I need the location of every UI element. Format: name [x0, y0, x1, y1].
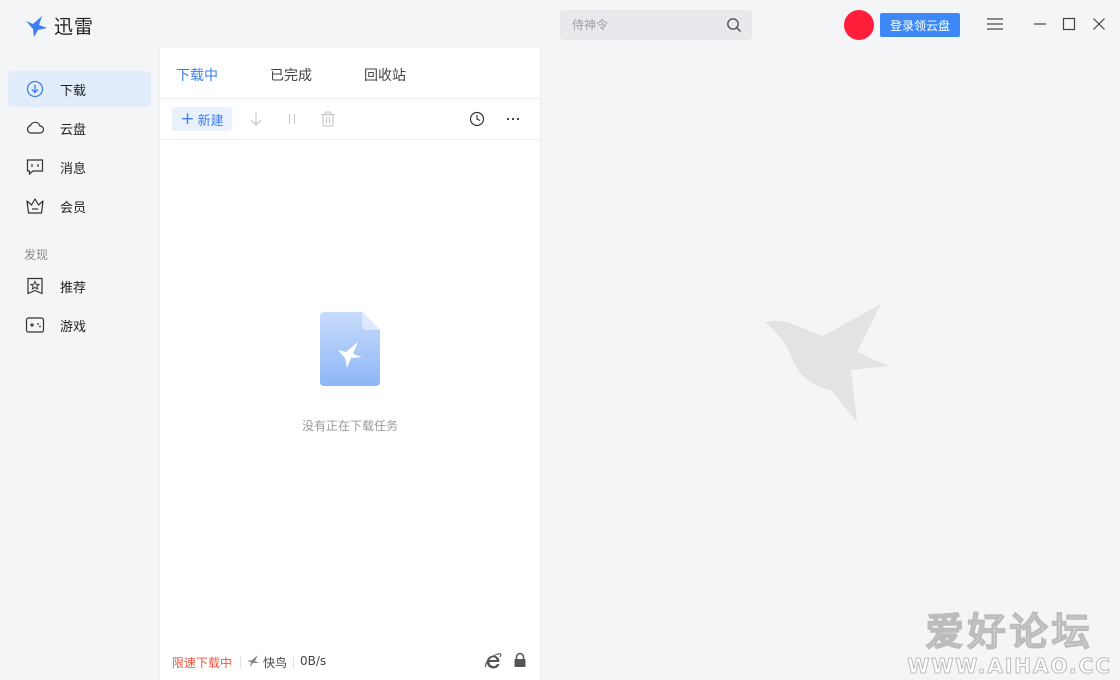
start-download-button[interactable]: [247, 110, 265, 128]
cloud-icon: [25, 118, 45, 138]
close-icon: [1093, 18, 1105, 30]
forum-watermark: 爱好论坛 WWW.AIHAO.CC: [907, 609, 1112, 679]
divider: [293, 656, 294, 668]
new-task-button[interactable]: + 新建: [172, 107, 232, 131]
maximize-icon: [1062, 17, 1076, 31]
download-tabs: 下载中 已完成 回收站: [160, 48, 540, 99]
more-dots-icon: [506, 117, 520, 121]
sidebar-item-messages[interactable]: 消息: [8, 149, 151, 185]
close-button[interactable]: [1089, 14, 1109, 34]
menu-button[interactable]: [985, 14, 1005, 34]
download-panel: 下载中 已完成 回收站 + 新建 没有正在下载任务 限速下载中 快鸟 0B/s: [160, 48, 541, 680]
trash-icon: [321, 111, 335, 127]
sidebar-item-games[interactable]: 游戏: [8, 307, 151, 343]
clock-icon: [469, 111, 485, 127]
status-bar: 限速下载中 快鸟 0B/s: [160, 648, 540, 680]
pause-button[interactable]: [283, 110, 301, 128]
pause-icon: [288, 114, 296, 124]
hamburger-menu-icon: [987, 18, 1003, 30]
message-icon: [25, 157, 45, 177]
detail-area: 爱好论坛 WWW.AIHAO.CC: [541, 48, 1120, 680]
section-title-discover: 发现: [24, 248, 49, 262]
history-button[interactable]: [468, 110, 486, 128]
browser-ie-icon[interactable]: [484, 652, 502, 670]
more-button[interactable]: [504, 110, 522, 128]
search-icon[interactable]: [726, 17, 742, 33]
sidebar-item-recommend[interactable]: 推荐: [8, 268, 151, 304]
sidebar-item-vip[interactable]: 会员: [8, 188, 151, 224]
xunlei-watermark-bird-icon: [765, 304, 889, 422]
lock-icon[interactable]: [512, 652, 528, 668]
download-toolbar: + 新建: [160, 99, 540, 140]
tab-downloading[interactable]: 下载中: [176, 65, 218, 85]
delete-button[interactable]: [319, 110, 337, 128]
tab-completed[interactable]: 已完成: [270, 65, 312, 85]
sidebar-item-label: 游戏: [60, 319, 87, 335]
sidebar-item-label: 推荐: [60, 280, 87, 296]
sidebar-item-label: 消息: [60, 161, 87, 177]
title-bar: 迅雷 登录领云盘: [0, 0, 1120, 48]
forum-watermark-title: 爱好论坛: [925, 609, 1094, 654]
sidebar-item-cloud[interactable]: 云盘: [8, 110, 151, 146]
maximize-button[interactable]: [1059, 14, 1079, 34]
avatar[interactable]: [844, 10, 874, 40]
empty-state-text: 没有正在下载任务: [301, 419, 398, 433]
sidebar-item-label: 云盘: [60, 122, 87, 138]
sidebar-item-label: 下载: [60, 83, 87, 99]
app-title: 迅雷: [54, 16, 95, 38]
kuainiao-bird-icon: [247, 655, 259, 667]
new-task-label: 新建: [197, 113, 224, 129]
login-button[interactable]: 登录领云盘: [880, 13, 960, 37]
kuainiao-label[interactable]: 快鸟: [263, 654, 287, 671]
search-input[interactable]: [560, 10, 710, 40]
minimize-button[interactable]: [1030, 14, 1050, 34]
divider: [240, 656, 241, 668]
tab-recycle-bin[interactable]: 回收站: [364, 65, 406, 85]
empty-file-illustration-icon: [320, 312, 380, 386]
sidebar-item-label: 会员: [60, 200, 87, 216]
minimize-icon: [1034, 23, 1046, 25]
plus-icon: +: [180, 108, 195, 129]
sidebar-item-download[interactable]: 下载: [8, 71, 151, 107]
star-bookmark-icon: [25, 276, 45, 296]
sidebar: 下载 云盘 消息 会员 发现 推荐 游戏: [0, 48, 160, 680]
forum-watermark-url: WWW.AIHAO.CC: [907, 654, 1112, 679]
download-speed: 0B/s: [300, 654, 327, 668]
arrow-down-icon: [250, 112, 262, 126]
gamepad-icon: [25, 315, 45, 335]
download-circle-icon: [25, 79, 45, 99]
app-logo: 迅雷: [24, 12, 94, 39]
search-box[interactable]: [560, 10, 752, 40]
speed-limit-status[interactable]: 限速下载中: [172, 654, 232, 671]
xunlei-bird-icon: [26, 15, 47, 37]
crown-icon: [25, 196, 45, 216]
